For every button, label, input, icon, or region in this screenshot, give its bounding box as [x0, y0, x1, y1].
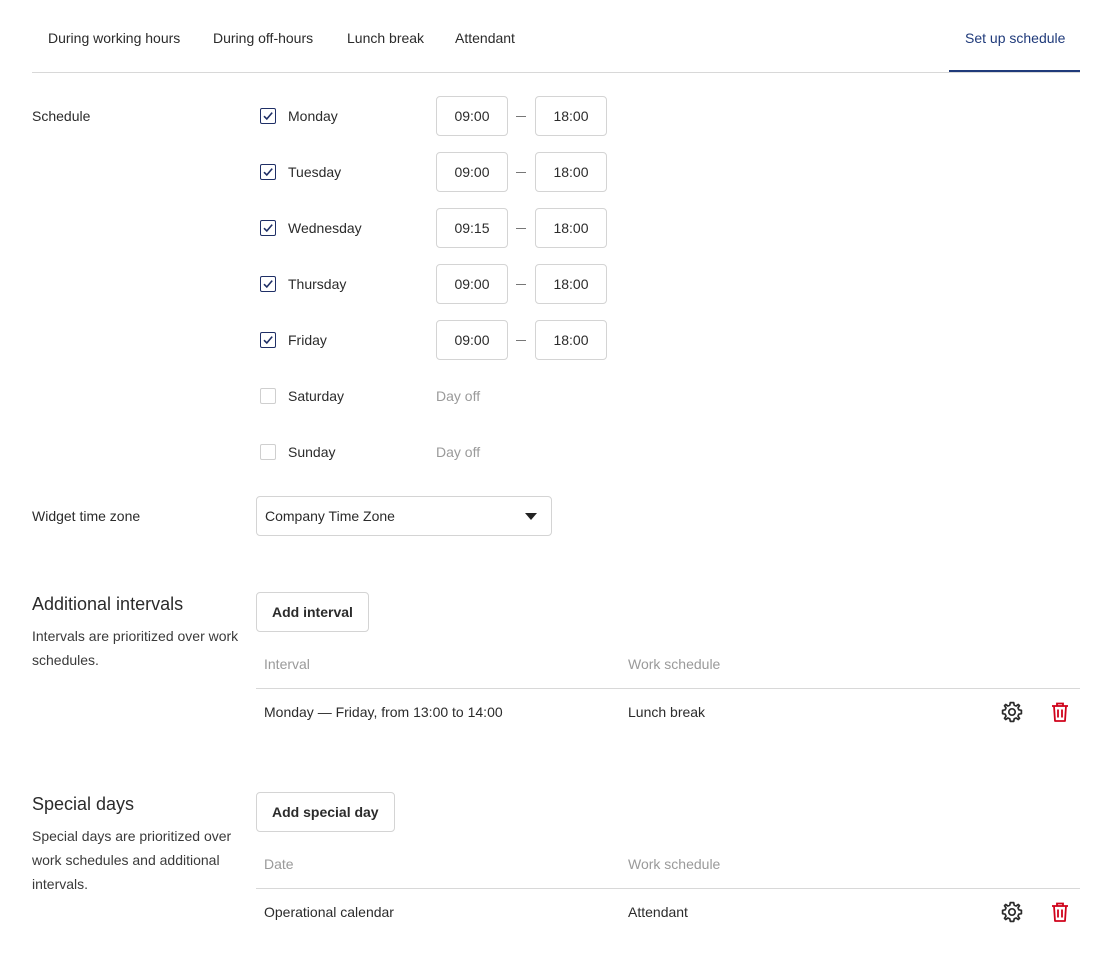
timezone-value: Company Time Zone — [265, 508, 395, 524]
day-name-thursday: Thursday — [288, 276, 347, 292]
active-tab-indicator — [949, 70, 1080, 72]
special-days-header-divider — [256, 888, 1080, 889]
friday-to-input[interactable]: 18:00 — [535, 320, 607, 360]
wednesday-from-input[interactable]: 09:15 — [436, 208, 508, 248]
intervals-header-divider — [256, 688, 1080, 689]
check-icon — [263, 280, 273, 289]
check-icon — [263, 224, 273, 233]
add-interval-button[interactable]: Add interval — [256, 592, 369, 632]
thursday-checkbox[interactable] — [260, 276, 276, 292]
day-name-monday: Monday — [288, 108, 338, 124]
caret-down-icon — [525, 513, 537, 520]
gear-icon[interactable] — [1000, 700, 1024, 724]
monday-from-input[interactable]: 09:00 — [436, 96, 508, 136]
saturday-checkbox[interactable] — [260, 388, 276, 404]
timezone-select[interactable]: Company Time Zone — [256, 496, 552, 536]
special-day-schedule-cell: Attendant — [628, 904, 688, 920]
time-range-dash — [516, 228, 526, 229]
monday-checkbox[interactable] — [260, 108, 276, 124]
wednesday-checkbox[interactable] — [260, 220, 276, 236]
special-days-description: Special days are prioritized over work s… — [32, 828, 232, 892]
day-name-wednesday: Wednesday — [288, 220, 362, 236]
trash-icon[interactable] — [1048, 900, 1072, 924]
check-icon — [263, 112, 273, 121]
day-name-sunday: Sunday — [288, 444, 336, 460]
friday-from-input[interactable]: 09:00 — [436, 320, 508, 360]
wednesday-to-input[interactable]: 18:00 — [535, 208, 607, 248]
thursday-from-input[interactable]: 09:00 — [436, 264, 508, 304]
time-range-dash — [516, 172, 526, 173]
special-days-column-date: Date — [264, 856, 294, 872]
time-range-dash — [516, 340, 526, 341]
interval-cell: Monday — Friday, from 13:00 to 14:00 — [264, 704, 503, 720]
sunday-checkbox[interactable] — [260, 444, 276, 460]
friday-checkbox[interactable] — [260, 332, 276, 348]
tuesday-to-input[interactable]: 18:00 — [535, 152, 607, 192]
tab-working-hours[interactable]: During working hours — [48, 30, 180, 46]
timezone-label: Widget time zone — [32, 508, 141, 524]
intervals-description: Intervals are prioritized over work sche… — [32, 628, 239, 668]
check-icon — [263, 168, 273, 177]
saturday-day-off: Day off — [436, 388, 481, 404]
day-name-saturday: Saturday — [288, 388, 345, 404]
schedule-label: Schedule — [32, 108, 91, 124]
sunday-day-off: Day off — [436, 444, 481, 460]
tab-off-hours[interactable]: During off-hours — [213, 30, 313, 46]
special-day-date-cell: Operational calendar — [264, 904, 394, 920]
thursday-to-input[interactable]: 18:00 — [535, 264, 607, 304]
intervals-column-schedule: Work schedule — [628, 656, 721, 672]
time-range-dash — [516, 284, 526, 285]
tab-set-up-schedule[interactable]: Set up schedule — [965, 30, 1065, 46]
special-days-column-schedule: Work schedule — [628, 856, 721, 872]
add-special-day-button[interactable]: Add special day — [256, 792, 395, 832]
special-days-title: Special days — [32, 794, 135, 814]
tab-attendant[interactable]: Attendant — [455, 30, 515, 46]
interval-schedule-cell: Lunch break — [628, 704, 706, 720]
gear-icon[interactable] — [1000, 900, 1024, 924]
day-name-tuesday: Tuesday — [288, 164, 342, 180]
intervals-column-interval: Interval — [264, 656, 310, 672]
tuesday-checkbox[interactable] — [260, 164, 276, 180]
schedule-tabs: During working hours During off-hours Lu… — [32, 0, 1080, 73]
day-name-friday: Friday — [288, 332, 327, 348]
trash-icon[interactable] — [1048, 700, 1072, 724]
time-range-dash — [516, 116, 526, 117]
tuesday-from-input[interactable]: 09:00 — [436, 152, 508, 192]
check-icon — [263, 336, 273, 345]
tab-lunch-break[interactable]: Lunch break — [347, 30, 424, 46]
monday-to-input[interactable]: 18:00 — [535, 96, 607, 136]
intervals-title: Additional intervals — [32, 594, 184, 614]
